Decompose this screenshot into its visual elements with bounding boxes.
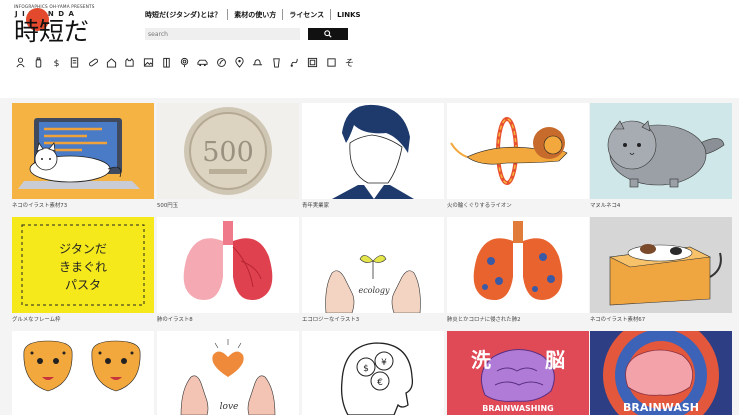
illustration-thumbnail-cat-box[interactable] xyxy=(590,217,732,313)
pill-icon[interactable] xyxy=(87,56,99,68)
nav-license[interactable]: ライセンス xyxy=(289,10,324,20)
illustration-thumbnail-brainwash[interactable]: BRAINWASH xyxy=(590,331,732,415)
logo-tagline: INFOGRAPHICS OH-YAMA PRESENTS xyxy=(14,4,95,9)
square-icon[interactable] xyxy=(325,56,337,68)
brain-en-1: BRAINWASHING xyxy=(482,404,553,413)
svg-text:€: € xyxy=(377,378,383,388)
svg-text:$: $ xyxy=(54,58,60,68)
illustration-thumbnail-lion-fire-ring[interactable] xyxy=(447,103,589,199)
nav-about[interactable]: 時短だ(ジタンダ)とは？ xyxy=(145,10,221,20)
brain-jp-left: 洗 xyxy=(471,348,491,372)
cup-icon[interactable] xyxy=(270,56,282,68)
svg-text:パスタ: パスタ xyxy=(65,278,101,292)
illustration-caption[interactable]: 肺炎とかコロナに侵された肺2 xyxy=(447,315,521,323)
frame-icon[interactable] xyxy=(307,56,319,68)
illustration-caption[interactable]: 火の輪くぐりするライオン xyxy=(447,201,512,209)
leaf-icon[interactable] xyxy=(215,56,227,68)
map-pin-icon[interactable] xyxy=(234,56,246,68)
brain-jp-right: 脳 xyxy=(544,348,565,372)
illustration-caption[interactable]: 肺のイラスト8 xyxy=(157,315,193,323)
illustration-thumbnail-cheetahs[interactable] xyxy=(12,331,154,415)
other-icon[interactable]: そ xyxy=(343,56,355,68)
picture-icon[interactable] xyxy=(142,56,154,68)
hat-icon[interactable] xyxy=(252,56,264,68)
illustration-thumbnail-love-heart[interactable]: love xyxy=(157,331,299,415)
illustration-thumbnail-gourmet-frame[interactable]: ジタンだ きまぐれ パスタ xyxy=(12,217,154,313)
nav-divider xyxy=(330,9,332,20)
search-input[interactable] xyxy=(145,28,300,40)
person-icon[interactable] xyxy=(14,56,26,68)
nav-divider xyxy=(227,9,229,20)
logo-wordmark: 時短だ xyxy=(14,17,90,46)
dollar-icon[interactable]: $ xyxy=(51,56,63,68)
illustration-caption[interactable]: ネコのイラスト素材67 xyxy=(590,315,645,323)
illustration-caption[interactable]: ネコのイラスト素材73 xyxy=(12,201,67,209)
svg-text:$: $ xyxy=(363,364,369,374)
nav-how-to-use[interactable]: 素材の使い方 xyxy=(234,10,276,20)
search-button[interactable] xyxy=(308,28,348,40)
illustration-caption[interactable]: エコロジーなイラスト3 xyxy=(302,315,359,323)
illustration-thumbnail-lungs[interactable] xyxy=(157,217,299,313)
site-logo[interactable]: INFOGRAPHICS OH-YAMA PRESENTS JITANDA 時短… xyxy=(14,4,124,48)
illustration-thumbnail-brainwashing-jp[interactable]: 洗 脳 BRAINWASHING xyxy=(447,331,589,415)
illustration-thumbnail-500-yen-coin[interactable]: 500 xyxy=(157,103,299,199)
brain-en-2: BRAINWASH xyxy=(623,401,699,414)
svg-text:そ: そ xyxy=(345,58,354,68)
nav-links[interactable]: LINKS xyxy=(337,11,360,19)
illustration-thumbnail-businessman[interactable] xyxy=(302,103,444,199)
nav-divider xyxy=(282,9,284,20)
main-nav: 時短だ(ジタンダ)とは？ 素材の使い方 ライセンス LINKS xyxy=(145,9,361,20)
car-icon[interactable] xyxy=(197,56,209,68)
cat-icon[interactable] xyxy=(124,56,136,68)
document-icon[interactable] xyxy=(69,56,81,68)
illustration-caption[interactable]: マヌルネコ4 xyxy=(590,201,620,209)
love-word: love xyxy=(220,402,239,412)
category-icon-bar: $ そ xyxy=(14,56,362,68)
illustration-thumbnail-cat-laptop[interactable] xyxy=(12,103,154,199)
medal-icon[interactable] xyxy=(179,56,191,68)
route-icon[interactable] xyxy=(288,56,300,68)
illustration-caption[interactable]: 500円玉 xyxy=(157,201,178,209)
illustration-thumbnail-infected-lungs[interactable] xyxy=(447,217,589,313)
svg-text:ジタンだ: ジタンだ xyxy=(59,242,107,256)
illustration-caption[interactable]: グルメなフレーム枠 xyxy=(12,315,60,323)
building-icon[interactable] xyxy=(160,56,172,68)
illustration-thumbnail-pallas-cat[interactable] xyxy=(590,103,732,199)
bottle-icon[interactable] xyxy=(32,56,44,68)
ecology-word: ecology xyxy=(358,286,390,295)
illustration-thumbnail-money-head[interactable]: $ ¥ € xyxy=(302,331,444,415)
svg-text:¥: ¥ xyxy=(381,358,387,368)
svg-text:きまぐれ: きまぐれ xyxy=(59,260,107,274)
house-icon[interactable] xyxy=(105,56,117,68)
illustration-caption[interactable]: 青年実業家 xyxy=(302,201,329,209)
search-icon xyxy=(324,30,332,38)
coin-number: 500 xyxy=(202,137,254,168)
illustration-thumbnail-ecology-hands[interactable]: ecology xyxy=(302,217,444,313)
